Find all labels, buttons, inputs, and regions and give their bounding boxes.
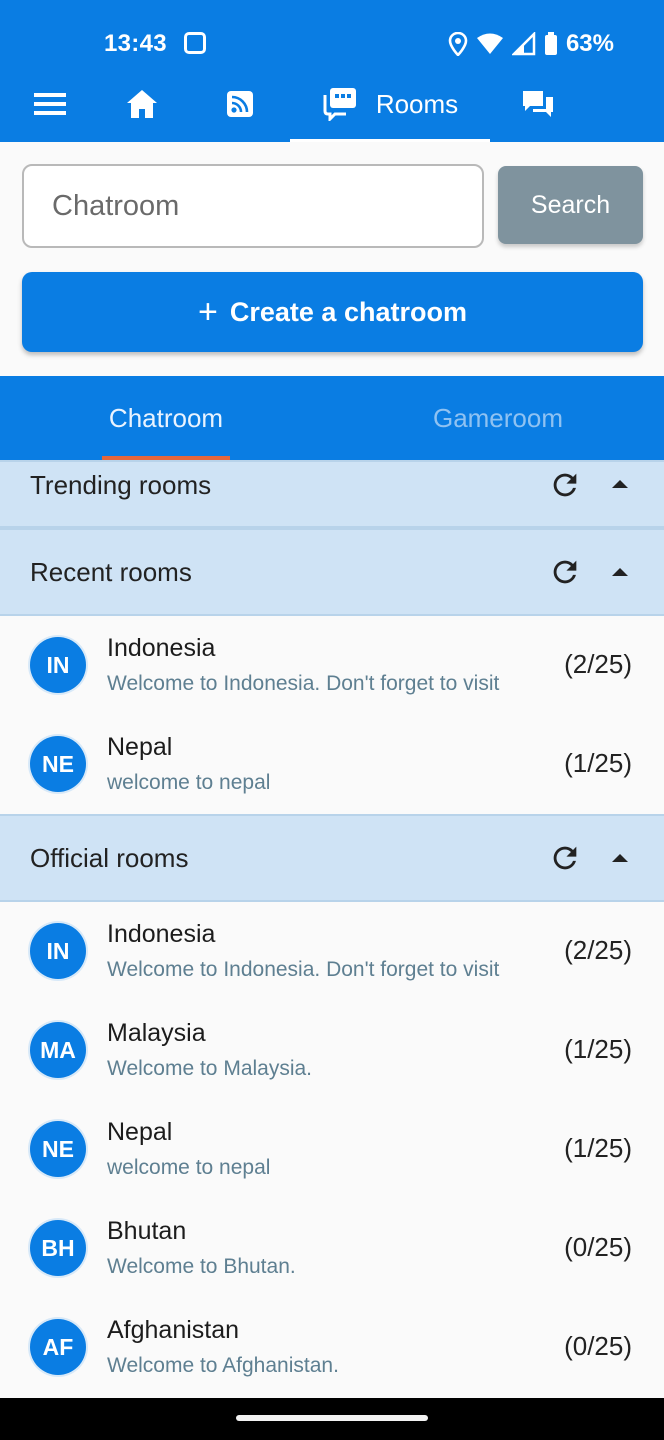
home-button[interactable] [112, 66, 172, 142]
cellular-icon [511, 32, 536, 56]
room-type-tabs: Chatroom Gameroom [0, 376, 664, 460]
room-name: Bhutan [107, 1217, 187, 1245]
search-button[interactable]: Search [498, 166, 643, 244]
room-name: Indonesia [107, 634, 216, 662]
home-icon [127, 90, 157, 118]
avatar: IN [30, 923, 86, 979]
location-icon [448, 32, 468, 56]
rooms-label: Rooms [375, 88, 459, 119]
menu-icon [34, 93, 66, 115]
battery-icon [544, 32, 557, 55]
notification-icon [184, 32, 206, 54]
room-name: Nepal [107, 1118, 173, 1146]
refresh-icon[interactable] [548, 468, 582, 502]
room-list-item[interactable]: NE Nepal welcome to nepal (1/25) [0, 1100, 664, 1198]
rooms-icon [323, 88, 356, 121]
battery-level: 63% [565, 30, 614, 57]
plus-icon: + [198, 293, 218, 331]
status-right: 63% [448, 30, 614, 58]
menu-button[interactable] [22, 66, 78, 142]
avatar: IN [30, 637, 86, 693]
collapse-icon[interactable] [604, 556, 636, 588]
room-name: Malaysia [107, 1019, 206, 1047]
home-gesture-handle[interactable] [236, 1415, 428, 1421]
refresh-icon[interactable] [548, 841, 582, 875]
collapse-icon[interactable] [604, 842, 636, 874]
room-description: Welcome to Indonesia. Don't forget to vi… [107, 958, 500, 981]
room-description: Welcome to Bhutan. [107, 1255, 296, 1278]
avatar: AF [30, 1319, 86, 1375]
room-list-item[interactable]: IN Indonesia Welcome to Indonesia. Don't… [0, 616, 664, 714]
avatar: MA [30, 1022, 86, 1078]
search-input[interactable] [22, 164, 484, 248]
room-occupancy: (0/25) [564, 1232, 632, 1262]
tab-rooms[interactable]: Rooms [290, 66, 490, 142]
avatar: NE [30, 1121, 86, 1177]
section-official-rooms: Official rooms [0, 814, 664, 902]
room-name: Nepal [107, 733, 173, 761]
avatar: BH [30, 1220, 86, 1276]
avatar: NE [30, 736, 86, 792]
room-description: welcome to nepal [107, 771, 271, 794]
room-description: Welcome to Indonesia. Don't forget to vi… [107, 672, 500, 695]
section-title: Official rooms [30, 843, 189, 873]
system-nav-bar [0, 1398, 664, 1440]
tab-chatroom[interactable]: Chatroom [0, 376, 332, 460]
create-chatroom-label: Create a chatroom [229, 296, 467, 327]
section-trending-rooms: Trending rooms [0, 460, 664, 528]
room-name: Afghanistan [107, 1316, 240, 1344]
rss-icon [227, 91, 253, 117]
room-list-item[interactable]: MA Malaysia Welcome to Malaysia. (1/25) [0, 1001, 664, 1099]
room-description: Welcome to Malaysia. [107, 1057, 313, 1080]
room-list-item[interactable]: BH Bhutan Welcome to Bhutan. (0/25) [0, 1199, 664, 1297]
section-title: Trending rooms [30, 470, 212, 500]
room-list-item[interactable]: NE Nepal welcome to nepal (1/25) [0, 715, 664, 813]
room-occupancy: (1/25) [564, 1034, 632, 1064]
room-list-item[interactable]: AF Afghanistan Welcome to Afghanistan. (… [0, 1298, 664, 1396]
room-occupancy: (0/25) [564, 1331, 632, 1361]
status-time: 13:43 [104, 30, 167, 57]
feed-button[interactable] [210, 66, 270, 142]
room-occupancy: (2/25) [564, 649, 632, 679]
messages-icon [523, 91, 553, 117]
room-name: Indonesia [107, 920, 216, 948]
refresh-icon[interactable] [548, 555, 582, 589]
room-occupancy: (1/25) [564, 748, 632, 778]
messages-button[interactable] [508, 66, 568, 142]
room-description: welcome to nepal [107, 1156, 271, 1179]
section-recent-rooms: Recent rooms [0, 528, 664, 616]
room-occupancy: (2/25) [564, 935, 632, 965]
app-bar: 13:43 63% Rooms [0, 0, 664, 142]
room-occupancy: (1/25) [564, 1133, 632, 1163]
top-nav: Rooms [0, 66, 664, 142]
status-bar: 13:43 63% [0, 20, 664, 66]
section-title: Recent rooms [30, 557, 192, 587]
wifi-icon [476, 33, 503, 54]
room-list-item[interactable]: IN Indonesia Welcome to Indonesia. Don't… [0, 902, 664, 1000]
create-chatroom-button[interactable]: + Create a chatroom [22, 272, 643, 352]
tab-gameroom[interactable]: Gameroom [332, 376, 664, 460]
collapse-icon[interactable] [604, 468, 636, 500]
room-description: Welcome to Afghanistan. [107, 1354, 339, 1377]
